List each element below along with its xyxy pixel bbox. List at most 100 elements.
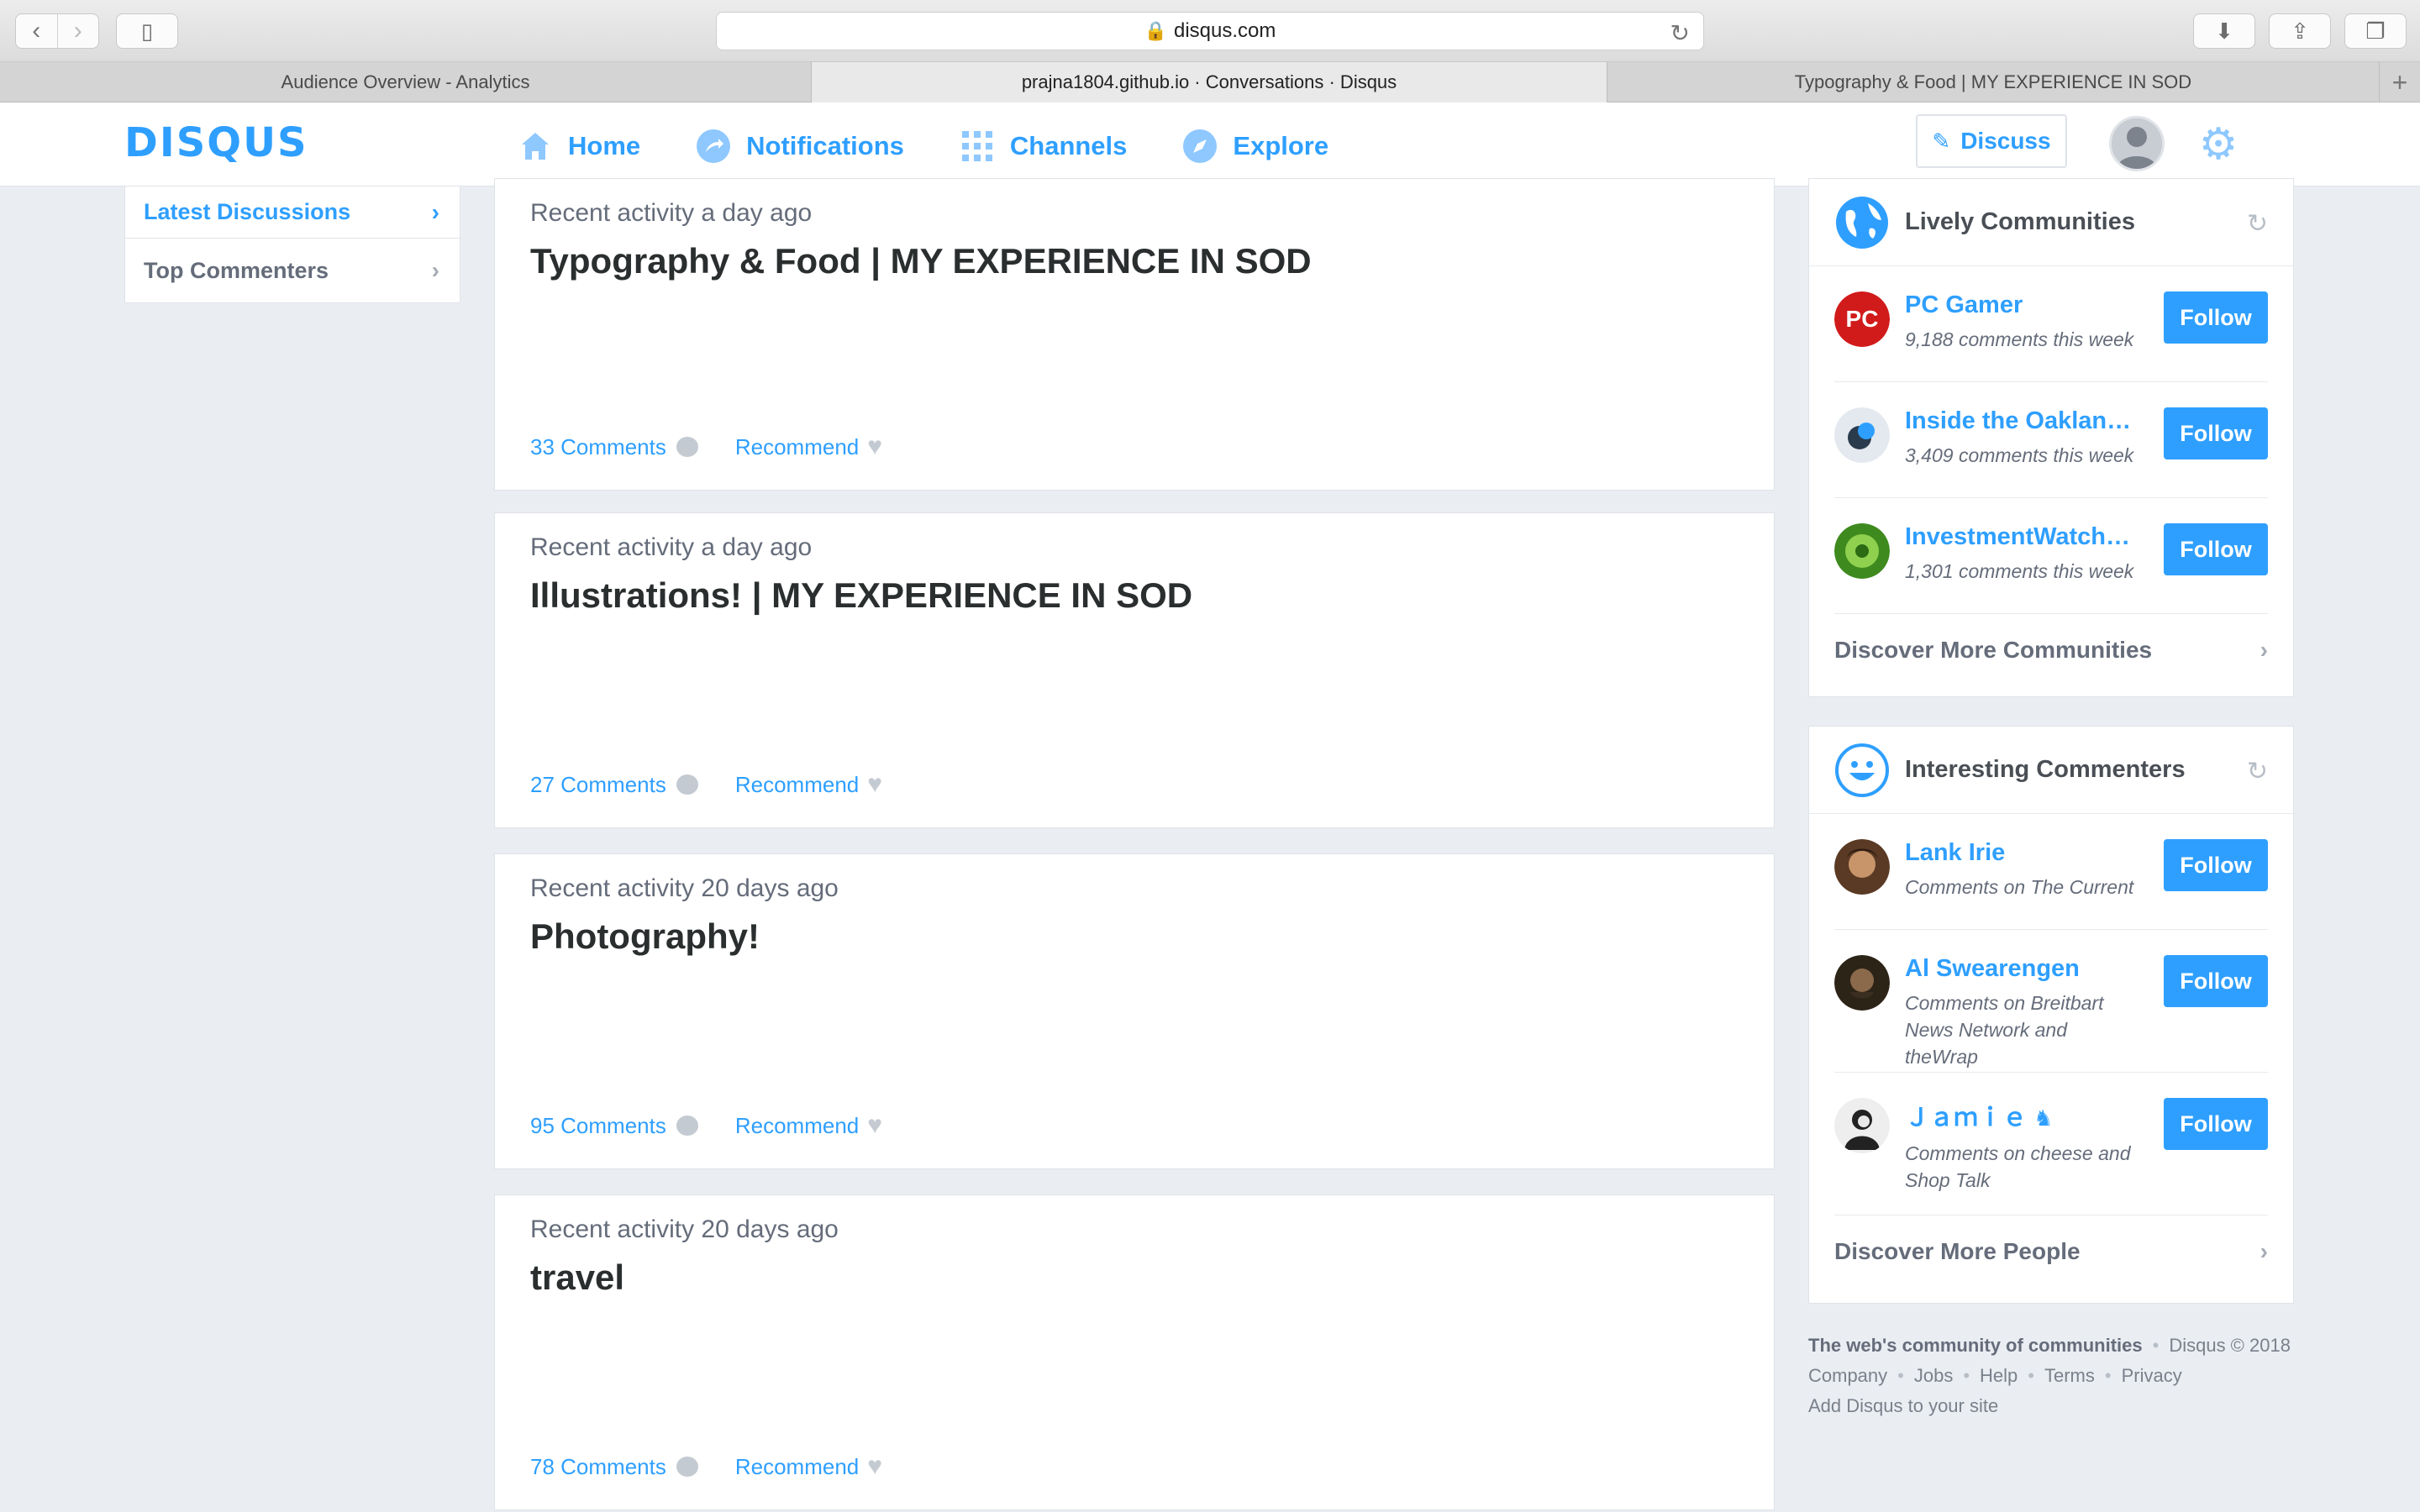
recommend-button[interactable]: Recommend ♥ <box>735 1111 882 1140</box>
footer-link-jobs[interactable]: Jobs <box>1914 1365 1953 1386</box>
comments-link[interactable]: 27 Comments <box>530 772 698 798</box>
user-avatar[interactable] <box>2109 116 2165 171</box>
browser-toolbar: ‹ › ▯ 🔒 disqus.com ↻ ⬇ ⇪ ❐ <box>0 0 2420 62</box>
refresh-icon[interactable]: ↻ <box>2247 209 2268 239</box>
tabs-overview-icon[interactable]: ❐ <box>2344 13 2407 49</box>
sidebar-item-latest-discussions[interactable]: Latest Discussions › <box>125 186 460 239</box>
gear-icon[interactable]: ⚙ <box>2195 121 2242 168</box>
browser-tab[interactable]: Typography & Food | MY EXPERIENCE IN SOD <box>1607 62 2380 102</box>
discussion-title[interactable]: travel <box>530 1257 624 1298</box>
commenter-name-text: Ｊａｍｉｅ <box>1905 1105 2028 1131</box>
disqus-logo[interactable]: DISQUS <box>124 119 308 166</box>
globe-icon <box>1834 195 1890 250</box>
back-icon[interactable]: ‹ <box>16 14 57 48</box>
discussion-title[interactable]: Photography! <box>530 916 760 957</box>
card-actions: 33 Comments Recommend ♥ <box>530 433 919 461</box>
community-avatar[interactable] <box>1834 407 1890 463</box>
comments-link[interactable]: 95 Comments <box>530 1113 698 1139</box>
back-forward-group: ‹ › <box>15 13 99 49</box>
footer-line-1: The web's community of communities • Disqu… <box>1808 1331 2312 1361</box>
svg-text:PC: PC <box>1846 306 1879 332</box>
share-icon[interactable]: ⇪ <box>2269 13 2331 49</box>
chevron-right-icon: › <box>2260 637 2268 663</box>
follow-button[interactable]: Follow <box>2164 291 2268 344</box>
discussion-title[interactable]: Typography & Food | MY EXPERIENCE IN SOD <box>530 241 1312 281</box>
panel-header: Lively Communities ↻ <box>1809 179 2293 266</box>
community-avatar[interactable]: PC <box>1834 291 1890 347</box>
nav-channels-label: Channels <box>1009 131 1128 160</box>
commenter-row: Lank Irie Comments on The Current Follow <box>1834 814 2268 930</box>
smiley-icon <box>1834 743 1890 798</box>
follow-button[interactable]: Follow <box>2164 523 2268 575</box>
footer-link-company[interactable]: Company <box>1808 1365 1887 1386</box>
recommend-button[interactable]: Recommend ♥ <box>735 1452 882 1481</box>
recommend-button[interactable]: Recommend ♥ <box>735 770 882 799</box>
discussion-title[interactable]: Illustrations! | MY EXPERIENCE IN SOD <box>530 575 1192 616</box>
browser-tab-active[interactable]: prajna1804.github.io · Conversations · D… <box>812 62 1607 102</box>
knight-icon: ♞ <box>2033 1105 2054 1131</box>
card-actions: 78 Comments Recommend ♥ <box>530 1452 919 1481</box>
comments-link[interactable]: 33 Comments <box>530 434 698 460</box>
interesting-commenters-panel: Interesting Commenters ↻ Lank Irie Comme… <box>1808 726 2294 1304</box>
browser-tab[interactable]: Audience Overview - Analytics <box>0 62 812 102</box>
commenter-name[interactable]: Ｊａｍｉｅ ♞ <box>1905 1098 2142 1133</box>
panel-header: Interesting Commenters ↻ <box>1809 727 2293 814</box>
discover-more-people[interactable]: Discover More People › <box>1809 1215 2293 1288</box>
notifications-icon <box>696 129 731 164</box>
community-avatar[interactable] <box>1834 523 1890 579</box>
nav-notifications[interactable]: Notifications <box>696 123 904 170</box>
discussion-card: Recent activity a day ago Typography & F… <box>494 178 1775 491</box>
heart-icon: ♥ <box>867 433 883 460</box>
discussion-card: Recent activity 20 days ago Photography!… <box>494 853 1775 1169</box>
community-name[interactable]: PC Gamer <box>1905 291 2142 319</box>
footer-link-terms[interactable]: Terms <box>2044 1365 2095 1386</box>
discover-more-communities[interactable]: Discover More Communities › <box>1809 614 2293 686</box>
new-tab-icon[interactable]: + <box>2380 62 2420 102</box>
comments-link[interactable]: 78 Comments <box>530 1454 698 1480</box>
nav-channels[interactable]: Channels <box>960 123 1128 170</box>
comments-count: 95 Comments <box>530 1112 666 1138</box>
activity-meta: Recent activity 20 days ago <box>530 874 839 902</box>
follow-button[interactable]: Follow <box>2164 407 2268 459</box>
commenter-name[interactable]: Al Swearengen <box>1905 955 2142 983</box>
nav-explore[interactable]: Explore <box>1182 123 1328 170</box>
url-text: disqus.com <box>1174 19 1276 42</box>
refresh-icon[interactable]: ↻ <box>2247 757 2268 786</box>
sidebar-toggle-icon[interactable]: ▯ <box>116 13 178 49</box>
community-activity: 1,301 comments this week <box>1905 560 2134 582</box>
discover-more-label: Discover More People <box>1834 1238 2081 1264</box>
commenter-avatar[interactable] <box>1834 955 1890 1011</box>
commenter-name[interactable]: Lank Irie <box>1905 839 2142 867</box>
discuss-button[interactable]: ✎ Discuss <box>1916 114 2067 168</box>
footer-add-disqus[interactable]: Add Disqus to your site <box>1808 1391 2312 1421</box>
download-icon[interactable]: ⬇ <box>2193 13 2255 49</box>
channels-grid-icon <box>960 129 995 164</box>
follow-button[interactable]: Follow <box>2164 955 2268 1007</box>
recommend-button[interactable]: Recommend ♥ <box>735 433 882 461</box>
reload-icon[interactable]: ↻ <box>1670 19 1690 47</box>
sidebar-item-label: Top Commenters <box>144 257 329 283</box>
commenter-avatar[interactable] <box>1834 1098 1890 1153</box>
activity-meta: Recent activity a day ago <box>530 533 813 561</box>
footer-link-privacy[interactable]: Privacy <box>2122 1365 2182 1386</box>
nav-home[interactable]: Home <box>518 123 640 170</box>
follow-button[interactable]: Follow <box>2164 839 2268 891</box>
separator-dot: • <box>2104 1365 2112 1386</box>
community-name[interactable]: InvestmentWatchB... <box>1905 523 2142 551</box>
separator-dot: • <box>2028 1365 2034 1386</box>
panel-title: Lively Communities <box>1905 208 2135 235</box>
left-sidebar-nav: Latest Discussions › Top Commenters › <box>124 186 460 303</box>
recommend-label: Recommend <box>734 1453 860 1479</box>
follow-button[interactable]: Follow <box>2164 1098 2268 1150</box>
comments-count: 33 Comments <box>530 433 666 459</box>
commenter-context: Comments on The Current <box>1905 876 2134 898</box>
community-name[interactable]: Inside the Oakland ... <box>1905 407 2142 435</box>
address-bar[interactable]: 🔒 disqus.com ↻ <box>716 12 1704 50</box>
commenter-avatar[interactable] <box>1834 839 1890 895</box>
separator-dot: • <box>1897 1365 1904 1386</box>
comment-bubble-icon <box>676 1116 698 1136</box>
footer-copyright: Disqus © 2018 <box>2169 1335 2291 1356</box>
sidebar-item-top-commenters[interactable]: Top Commenters › <box>125 239 460 302</box>
footer-link-help[interactable]: Help <box>1980 1365 2018 1386</box>
forward-icon[interactable]: › <box>56 14 99 48</box>
